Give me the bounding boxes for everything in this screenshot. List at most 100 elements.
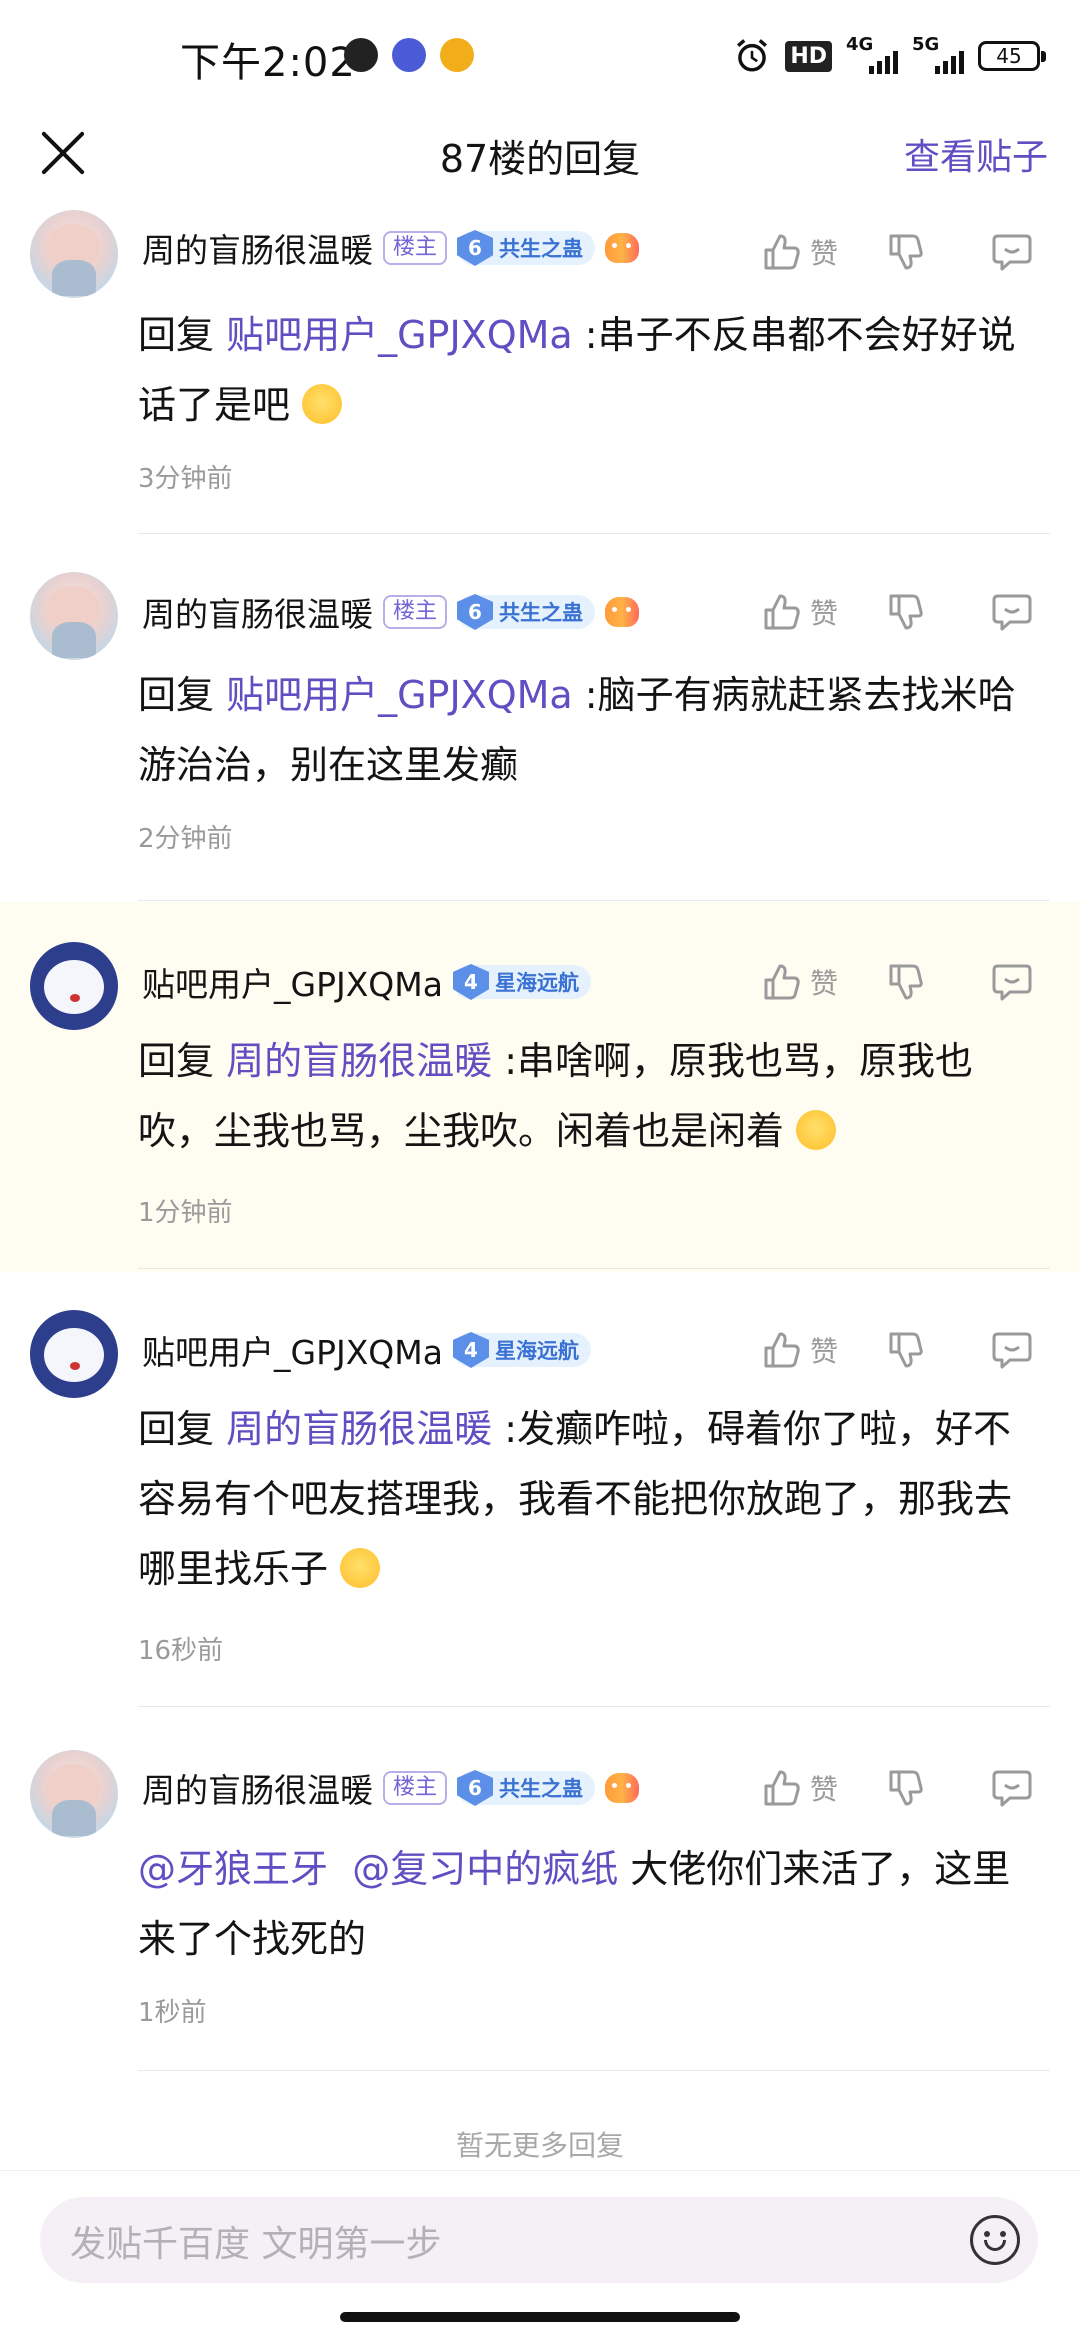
reply-item: 贴吧用户_GPJXQMa 4 星海远航 赞 回复 周的盲肠很温暖 :串啥啊，原我… [0, 902, 1080, 1272]
header-bar: 87楼的回复 查看贴子 [0, 118, 1080, 208]
signal-4g: 4G [846, 34, 898, 76]
owner-tag: 楼主 [383, 231, 448, 265]
status-time: 下午2:02 [180, 40, 356, 86]
like-button[interactable]: 赞 [760, 222, 838, 282]
status-bar: 下午2:02 HD 4G 5G 45 [0, 0, 1080, 118]
reply-content: 回复 周的盲肠很温暖 :发癫咋啦，碍着你了啦，好不容易有个吧友搭理我，我看不能把… [138, 1394, 1043, 1604]
thumb-down-icon[interactable] [885, 1766, 929, 1810]
action-bar: 赞 [760, 1320, 1080, 1380]
gamepad-badge-icon [605, 597, 640, 627]
camera-status-icon [344, 38, 378, 72]
like-button[interactable]: 赞 [760, 582, 838, 642]
like-label: 赞 [810, 597, 839, 630]
level-number: 4 [452, 1332, 489, 1368]
avatar[interactable] [30, 942, 118, 1030]
mention-link[interactable]: @复习中的疯纸 [352, 1847, 618, 1891]
like-button[interactable]: 赞 [760, 952, 838, 1012]
mention-link[interactable]: 贴吧用户_GPJXQMa [226, 313, 573, 357]
avatar[interactable] [30, 1310, 118, 1398]
timestamp: 1秒前 [138, 1998, 207, 2028]
yum-emoji-icon [340, 1548, 381, 1588]
action-bar: 赞 [760, 582, 1080, 642]
level-name: 共生之蛊 [499, 601, 584, 625]
like-label: 赞 [810, 237, 839, 270]
username[interactable]: 周的盲肠很温暖 [142, 1764, 373, 1812]
reply-content: 回复 贴吧用户_GPJXQMa :脑子有病就赶紧去找米哈游治治，别在这里发癫 [138, 660, 1043, 800]
reply-icon[interactable] [990, 230, 1034, 274]
mention-link[interactable]: 周的盲肠很温暖 [226, 1039, 492, 1083]
user-row: 周的盲肠很温暖 楼主 6 共生之蛊 [142, 1758, 640, 1818]
signal-5g: 5G [912, 34, 964, 76]
reply-item: 周的盲肠很温暖 楼主 6 共生之蛊 赞 @牙狼王牙 @复习中的疯纸 大佬你们来活… [0, 1730, 1080, 2080]
divider [138, 1706, 1050, 1707]
reply-input[interactable]: 发贴千百度 文明第一步 [40, 2197, 1038, 2283]
reply-icon[interactable] [990, 1328, 1034, 1372]
smile-emoji-icon [302, 384, 343, 424]
username[interactable]: 贴吧用户_GPJXQMa [142, 958, 443, 1006]
close-icon[interactable] [40, 130, 86, 176]
reply-icon[interactable] [990, 1766, 1034, 1810]
reply-prefix: 回复 [138, 1039, 215, 1083]
mention-link[interactable]: 贴吧用户_GPJXQMa [226, 673, 573, 717]
weibo-status-icon [440, 38, 474, 72]
user-row: 贴吧用户_GPJXQMa 4 星海远航 [142, 952, 591, 1012]
emoji-icon[interactable] [970, 2215, 1020, 2265]
gamepad-badge-icon [605, 233, 640, 263]
thumb-down-icon[interactable] [885, 1328, 929, 1372]
gamepad-badge-icon [605, 1773, 640, 1803]
timestamp: 1分钟前 [138, 1198, 233, 1228]
user-row: 贴吧用户_GPJXQMa 4 星海远航 [142, 1320, 591, 1380]
reply-prefix: 回复 [138, 673, 215, 717]
level-name: 星海远航 [494, 971, 579, 995]
view-post-link[interactable]: 查看贴子 [904, 128, 1048, 180]
reply-icon[interactable] [990, 960, 1034, 1004]
level-badge: 6 共生之蛊 [457, 1770, 596, 1806]
like-button[interactable]: 赞 [760, 1320, 838, 1380]
thumb-up-icon [764, 234, 800, 270]
tieba-status-icon [392, 38, 426, 72]
reply-item: 周的盲肠很温暖 楼主 6 共生之蛊 赞 回复 贴吧用户_GPJXQMa :脑子有… [0, 556, 1080, 902]
username[interactable]: 贴吧用户_GPJXQMa [142, 1326, 443, 1374]
thumb-up-icon [764, 594, 800, 630]
user-row: 周的盲肠很温暖 楼主 6 共生之蛊 [142, 582, 640, 642]
avatar[interactable] [30, 210, 118, 298]
owner-tag: 楼主 [383, 595, 448, 629]
level-name: 星海远航 [494, 1339, 579, 1363]
home-indicator[interactable] [340, 2312, 740, 2322]
avatar[interactable] [30, 572, 118, 660]
reply-icon[interactable] [990, 590, 1034, 634]
like-label: 赞 [810, 1335, 839, 1368]
mention-link[interactable]: 周的盲肠很温暖 [226, 1407, 492, 1451]
grin-emoji-icon [796, 1110, 837, 1150]
level-badge: 4 星海远航 [452, 964, 591, 1000]
reply-content: 回复 周的盲肠很温暖 :串啥啊，原我也骂，原我也吹，尘我也骂，尘我吹。闲着也是闲… [138, 1026, 1043, 1166]
action-bar: 赞 [760, 222, 1080, 282]
like-label: 赞 [810, 967, 839, 1000]
username[interactable]: 周的盲肠很温暖 [142, 224, 373, 272]
thumb-down-icon[interactable] [885, 230, 929, 274]
level-number: 4 [452, 964, 489, 1000]
input-placeholder: 发贴千百度 文明第一步 [70, 2224, 442, 2265]
avatar[interactable] [30, 1750, 118, 1838]
mention-link[interactable]: @牙狼王牙 [138, 1847, 328, 1891]
reply-content: 回复 贴吧用户_GPJXQMa :串子不反串都不会好好说话了是吧 [138, 300, 1043, 440]
like-label: 赞 [810, 1773, 839, 1806]
divider [138, 533, 1050, 534]
status-right: HD 4G 5G 45 [733, 32, 1046, 80]
divider [138, 2070, 1050, 2071]
thumb-down-icon[interactable] [885, 960, 929, 1004]
user-row: 周的盲肠很温暖 楼主 6 共生之蛊 [142, 218, 640, 278]
thumb-up-icon [764, 964, 800, 1000]
level-badge: 6 共生之蛊 [457, 594, 596, 630]
no-more-replies: 暂无更多回复 [455, 2129, 624, 2162]
action-bar: 赞 [760, 1758, 1080, 1818]
thumb-up-icon [764, 1770, 800, 1806]
thumb-down-icon[interactable] [885, 590, 929, 634]
level-number: 6 [457, 594, 494, 630]
alarm-icon [737, 39, 768, 72]
like-button[interactable]: 赞 [760, 1758, 838, 1818]
username[interactable]: 周的盲肠很温暖 [142, 588, 373, 636]
level-number: 6 [457, 230, 494, 266]
reply-item: 周的盲肠很温暖 楼主 6 共生之蛊 赞 回复 贴吧用户_GPJXQMa :串子不… [0, 208, 1080, 536]
timestamp: 16秒前 [138, 1636, 224, 1666]
